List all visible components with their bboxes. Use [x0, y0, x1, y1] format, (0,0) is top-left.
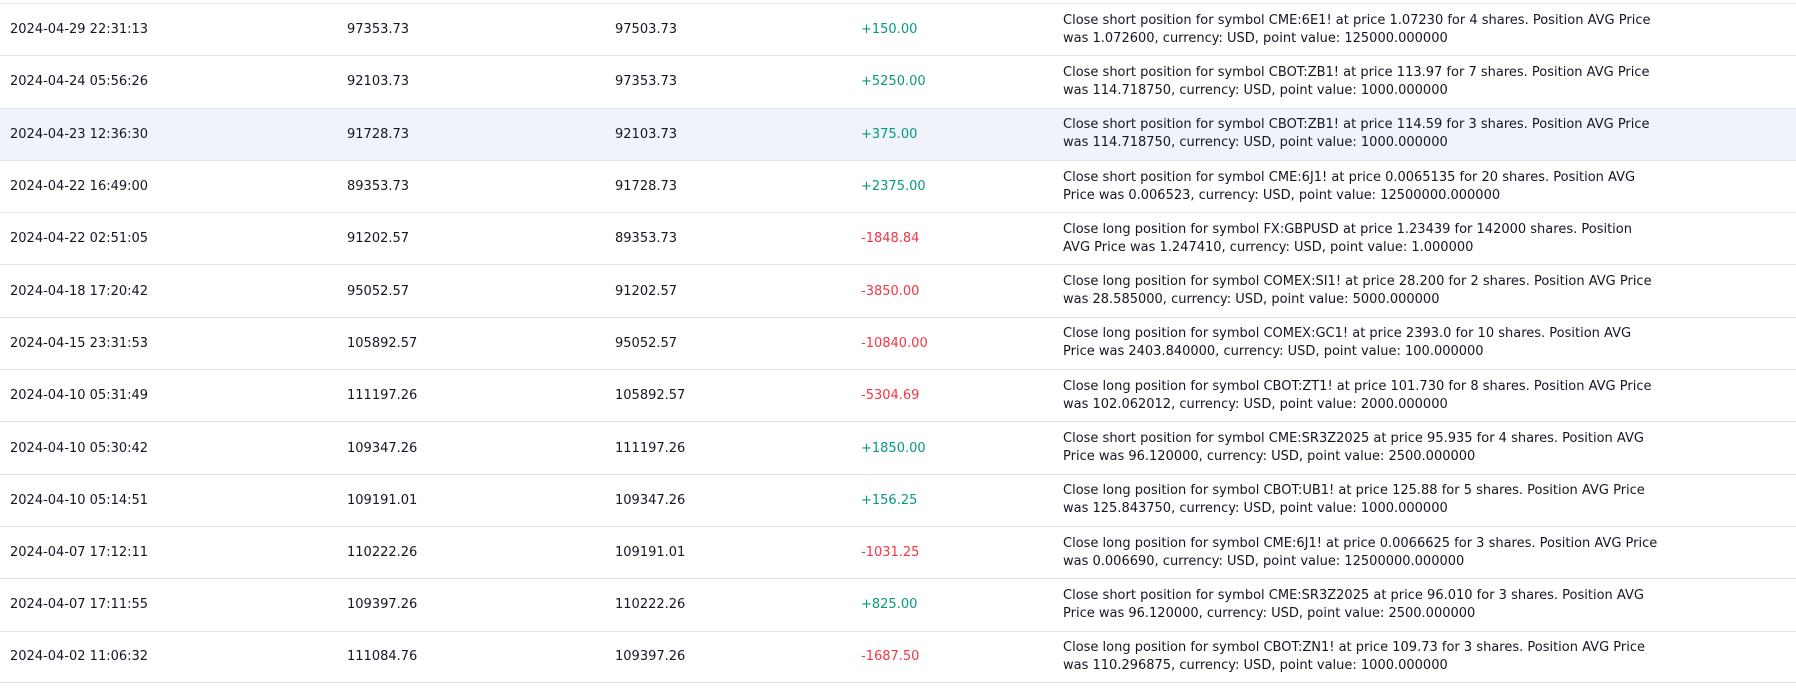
balance-after-cell: 91728.73	[615, 179, 678, 195]
balance-after-cell: 110222.26	[615, 597, 686, 613]
date-cell: 2024-04-15 23:31:53	[10, 335, 149, 351]
pnl-cell: +156.25	[861, 492, 918, 508]
pnl-cell: +2375.00	[861, 179, 926, 195]
balance-before-cell: 111084.76	[347, 649, 418, 665]
balance-after-cell: 95052.57	[615, 335, 678, 351]
table-row[interactable]: 2024-04-07 17:11:55 109397.26 110222.26 …	[0, 578, 1796, 630]
balance-after-cell: 109191.01	[615, 545, 686, 561]
date-cell: 2024-04-02 11:06:32	[10, 649, 149, 665]
table-row[interactable]: 2024-04-02 11:06:32 111084.76 109397.26 …	[0, 630, 1796, 683]
balance-before-cell: 110222.26	[347, 545, 418, 561]
balance-before-cell: 111197.26	[347, 388, 418, 404]
date-cell: 2024-04-24 05:56:26	[10, 74, 149, 90]
description-cell: Close long position for symbol CBOT:UB1!…	[1063, 483, 1645, 517]
description-cell: Close long position for symbol COMEX:GC1…	[1063, 326, 1632, 360]
balance-after-cell: 92103.73	[615, 126, 678, 142]
date-cell: 2024-04-22 02:51:05	[10, 231, 149, 247]
pnl-cell: -1848.84	[861, 231, 920, 247]
table-row[interactable]: 2024-04-24 05:56:26 92103.73 97353.73 +5…	[0, 55, 1796, 107]
pnl-cell: -5304.69	[861, 388, 920, 404]
table-row[interactable]: 2024-04-10 05:30:42 109347.26 111197.26 …	[0, 421, 1796, 473]
balance-before-cell: 97353.73	[347, 22, 410, 38]
pnl-cell: -1031.25	[861, 545, 920, 561]
balance-after-cell: 89353.73	[615, 231, 678, 247]
date-cell: 2024-04-10 05:31:49	[10, 388, 149, 404]
date-cell: 2024-04-07 17:11:55	[10, 597, 149, 613]
date-cell: 2024-04-23 12:36:30	[10, 126, 149, 142]
pnl-cell: +150.00	[861, 22, 918, 38]
pnl-cell: +1850.00	[861, 440, 926, 456]
date-cell: 2024-04-10 05:14:51	[10, 492, 149, 508]
date-cell: 2024-04-22 16:49:00	[10, 179, 149, 195]
balance-after-cell: 111197.26	[615, 440, 686, 456]
description-cell: Close long position for symbol FX:GBPUSD…	[1063, 221, 1632, 255]
description-cell: Close long position for symbol CBOT:ZT1!…	[1063, 378, 1652, 412]
pnl-cell: -3850.00	[861, 283, 920, 299]
description-cell: Close short position for symbol CME:SR3Z…	[1063, 587, 1644, 621]
table-row[interactable]: 2024-04-29 22:31:13 97353.73 97503.73 +1…	[0, 3, 1796, 55]
date-cell: 2024-04-10 05:30:42	[10, 440, 149, 456]
date-cell: 2024-04-18 17:20:42	[10, 283, 149, 299]
pnl-cell: -1687.50	[861, 649, 920, 665]
balance-after-cell: 109347.26	[615, 492, 686, 508]
table-row[interactable]: 2024-04-22 02:51:05 91202.57 89353.73 -1…	[0, 212, 1796, 264]
balance-after-cell: 109397.26	[615, 649, 686, 665]
description-cell: Close short position for symbol CME:6J1!…	[1063, 169, 1636, 203]
table-row[interactable]: 2024-04-10 05:14:51 109191.01 109347.26 …	[0, 473, 1796, 526]
balance-before-cell: 95052.57	[347, 283, 410, 299]
date-cell: 2024-04-07 17:12:11	[10, 545, 149, 561]
description-cell: Close short position for symbol CBOT:ZB1…	[1063, 117, 1650, 151]
balance-before-cell: 91728.73	[347, 126, 410, 142]
table-row[interactable]: 2024-04-15 23:31:53 105892.57 95052.57 -…	[0, 316, 1796, 369]
table-row[interactable]: 2024-04-22 16:49:00 89353.73 91728.73 +2…	[0, 159, 1796, 212]
pnl-cell: +5250.00	[861, 74, 926, 90]
balance-before-cell: 92103.73	[347, 74, 410, 90]
description-cell: Close long position for symbol COMEX:SI1…	[1063, 274, 1652, 308]
balance-before-cell: 109347.26	[347, 440, 418, 456]
description-cell: Close short position for symbol CME:SR3Z…	[1063, 431, 1644, 465]
description-cell: Close short position for symbol CBOT:ZB1…	[1063, 64, 1650, 98]
balance-after-cell: 97503.73	[615, 22, 678, 38]
table-row[interactable]: 2024-04-23 12:36:30 91728.73 92103.73 +3…	[0, 107, 1796, 160]
date-cell: 2024-04-29 22:31:13	[10, 22, 149, 38]
pnl-cell: +825.00	[861, 597, 918, 613]
description-cell: Close long position for symbol CBOT:ZN1!…	[1063, 639, 1645, 673]
table-row[interactable]: 2024-04-07 17:12:11 110222.26 109191.01 …	[0, 525, 1796, 578]
table-row[interactable]: 2024-04-10 05:31:49 111197.26 105892.57 …	[0, 369, 1796, 421]
pnl-cell: +375.00	[861, 126, 918, 142]
description-cell: Close short position for symbol CME:6E1!…	[1063, 12, 1651, 46]
history-table: 2024-04-29 22:31:13 97353.73 97503.73 +1…	[0, 3, 1796, 683]
balance-after-cell: 91202.57	[615, 283, 678, 299]
balance-before-cell: 89353.73	[347, 179, 410, 195]
description-cell: Close long position for symbol CME:6J1! …	[1063, 535, 1658, 569]
balance-after-cell: 97353.73	[615, 74, 678, 90]
balance-before-cell: 91202.57	[347, 231, 410, 247]
balance-before-cell: 105892.57	[347, 335, 418, 351]
pnl-cell: -10840.00	[861, 335, 928, 351]
balance-before-cell: 109397.26	[347, 597, 418, 613]
balance-after-cell: 105892.57	[615, 388, 686, 404]
table-row[interactable]: 2024-04-18 17:20:42 95052.57 91202.57 -3…	[0, 264, 1796, 316]
balance-before-cell: 109191.01	[347, 492, 418, 508]
